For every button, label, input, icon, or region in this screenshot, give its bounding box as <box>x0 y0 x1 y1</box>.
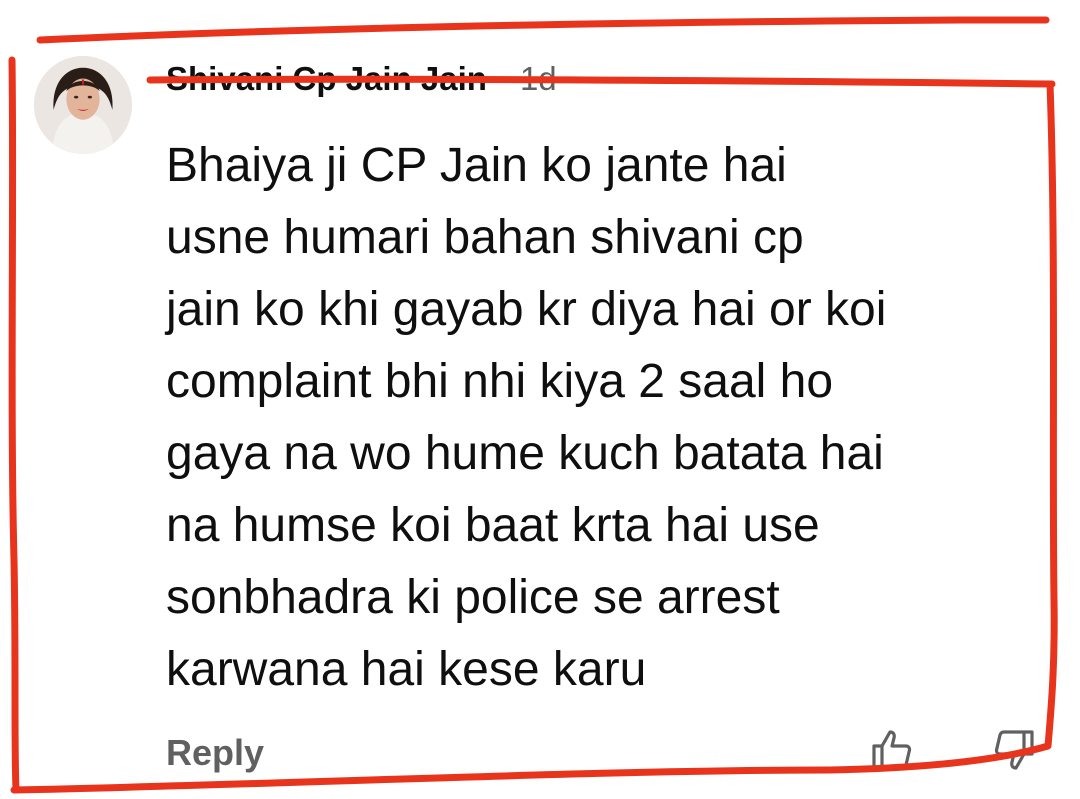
thumbs-down-icon <box>994 730 1034 770</box>
comment-line: Bhaiya ji CP Jain ko jante hai <box>166 139 787 192</box>
comment-line: karwana hai kese karu <box>166 643 647 696</box>
thumbs-up-icon <box>872 730 912 770</box>
reply-button[interactable]: Reply <box>166 732 264 774</box>
author-name[interactable]: Shivani Cp Jain Jain <box>166 60 487 98</box>
comment-line: jain ko khi gayab kr diya hai or koi <box>166 283 887 336</box>
comment-line: usne humari bahan shivani cp <box>166 211 804 264</box>
avatar-image <box>34 56 132 154</box>
comment-line: gaya na wo hume kuch batata hai <box>166 427 884 480</box>
comment-line: na humse koi baat krta hai use <box>166 499 820 552</box>
comment: Shivani Cp Jain Jain · 1d Bhaiya ji CP J… <box>0 0 1080 799</box>
comment-header: Shivani Cp Jain Jain · 1d <box>166 60 557 100</box>
separator-dot: · <box>500 60 512 97</box>
avatar[interactable] <box>34 56 132 154</box>
dislike-button[interactable] <box>990 726 1038 774</box>
like-button[interactable] <box>868 726 916 774</box>
comment-line: complaint bhi nhi kiya 2 saal ho <box>166 355 834 408</box>
comment-text: Bhaiya ji CP Jain ko jante hai usne huma… <box>166 130 1066 706</box>
timestamp: 1d <box>519 60 557 97</box>
comment-line: sonbhadra ki police se arrest <box>166 571 780 624</box>
